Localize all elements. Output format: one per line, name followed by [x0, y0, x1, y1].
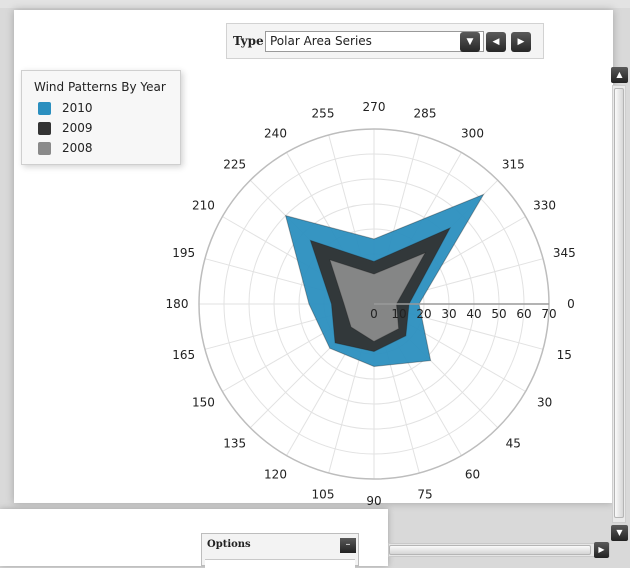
angle-tick-label: 75 [417, 487, 432, 501]
legend-swatch [38, 142, 51, 155]
minus-icon: – [345, 539, 351, 550]
radius-tick-label: 70 [541, 307, 556, 321]
angle-tick-label: 105 [312, 487, 335, 501]
angle-tick-label: 120 [264, 468, 287, 482]
angle-tick-label: 195 [172, 246, 195, 260]
scroll-up-button[interactable]: ▲ [611, 67, 628, 83]
radius-tick-label: 0 [370, 307, 378, 321]
horizontal-scrollbar[interactable] [388, 543, 610, 557]
angle-tick-label: 300 [461, 126, 484, 140]
angle-tick-label: 345 [553, 246, 576, 260]
chevron-left-icon: ◀ [492, 37, 500, 47]
type-toolbar: Type Polar Area Series ▼ ◀ ▶ [226, 23, 544, 59]
type-label: Type [233, 34, 264, 48]
previous-type-button[interactable]: ◀ [486, 32, 506, 52]
vertical-scroll-track[interactable] [612, 85, 626, 523]
chart-legend: Wind Patterns By Year 2010 2009 2008 [21, 70, 181, 165]
chevron-right-icon: ▶ [517, 37, 525, 47]
angle-tick-label: 285 [414, 107, 437, 121]
legend-label: 2010 [62, 101, 93, 115]
legend-swatch [38, 122, 51, 135]
radius-tick-label: 50 [491, 307, 506, 321]
angle-tick-label: 90 [366, 494, 381, 508]
type-select[interactable]: Polar Area Series [265, 31, 484, 52]
radius-tick-label: 40 [466, 307, 481, 321]
angle-tick-label: 330 [533, 199, 556, 213]
vertical-scrollbar[interactable]: ▲ ▼ [610, 67, 628, 542]
options-collapse-button[interactable]: – [340, 538, 356, 553]
angle-tick-label: 30 [537, 396, 552, 410]
angle-tick-label: 60 [465, 468, 480, 482]
options-title: Options [207, 539, 251, 550]
angle-tick-label: 225 [223, 158, 246, 172]
angle-tick-label: 135 [223, 436, 246, 450]
radius-tick-label: 20 [416, 307, 431, 321]
angle-tick-label: 240 [264, 126, 287, 140]
next-type-button[interactable]: ▶ [511, 32, 531, 52]
scroll-right-button[interactable]: ▶ [594, 542, 609, 558]
angle-tick-label: 165 [172, 348, 195, 362]
radius-tick-label: 10 [391, 307, 406, 321]
angle-tick-label: 0 [567, 297, 575, 311]
legend-swatch [38, 102, 51, 115]
options-panel: Options – [201, 533, 359, 568]
scroll-up-icon: ▲ [616, 70, 623, 79]
horizontal-scroll-thumb[interactable] [389, 545, 591, 555]
chevron-down-icon: ▼ [466, 37, 474, 47]
radius-tick-label: 30 [441, 307, 456, 321]
legend-title: Wind Patterns By Year [34, 80, 166, 94]
scroll-right-icon: ▶ [598, 545, 605, 554]
angle-tick-label: 15 [557, 348, 572, 362]
options-content [205, 559, 355, 568]
angle-tick-label: 180 [166, 297, 189, 311]
type-dropdown-button[interactable]: ▼ [460, 32, 480, 52]
scroll-down-button[interactable]: ▼ [611, 525, 628, 541]
angle-tick-label: 45 [506, 436, 521, 450]
legend-label: 2009 [62, 121, 93, 135]
legend-label: 2008 [62, 141, 93, 155]
vertical-scroll-thumb[interactable] [614, 88, 624, 518]
angle-tick-label: 210 [192, 199, 215, 213]
angle-tick-label: 270 [363, 100, 386, 114]
angle-tick-label: 150 [192, 396, 215, 410]
radius-tick-label: 60 [516, 307, 531, 321]
scroll-down-icon: ▼ [616, 528, 623, 537]
angle-tick-label: 255 [312, 107, 335, 121]
angle-tick-label: 315 [502, 158, 525, 172]
